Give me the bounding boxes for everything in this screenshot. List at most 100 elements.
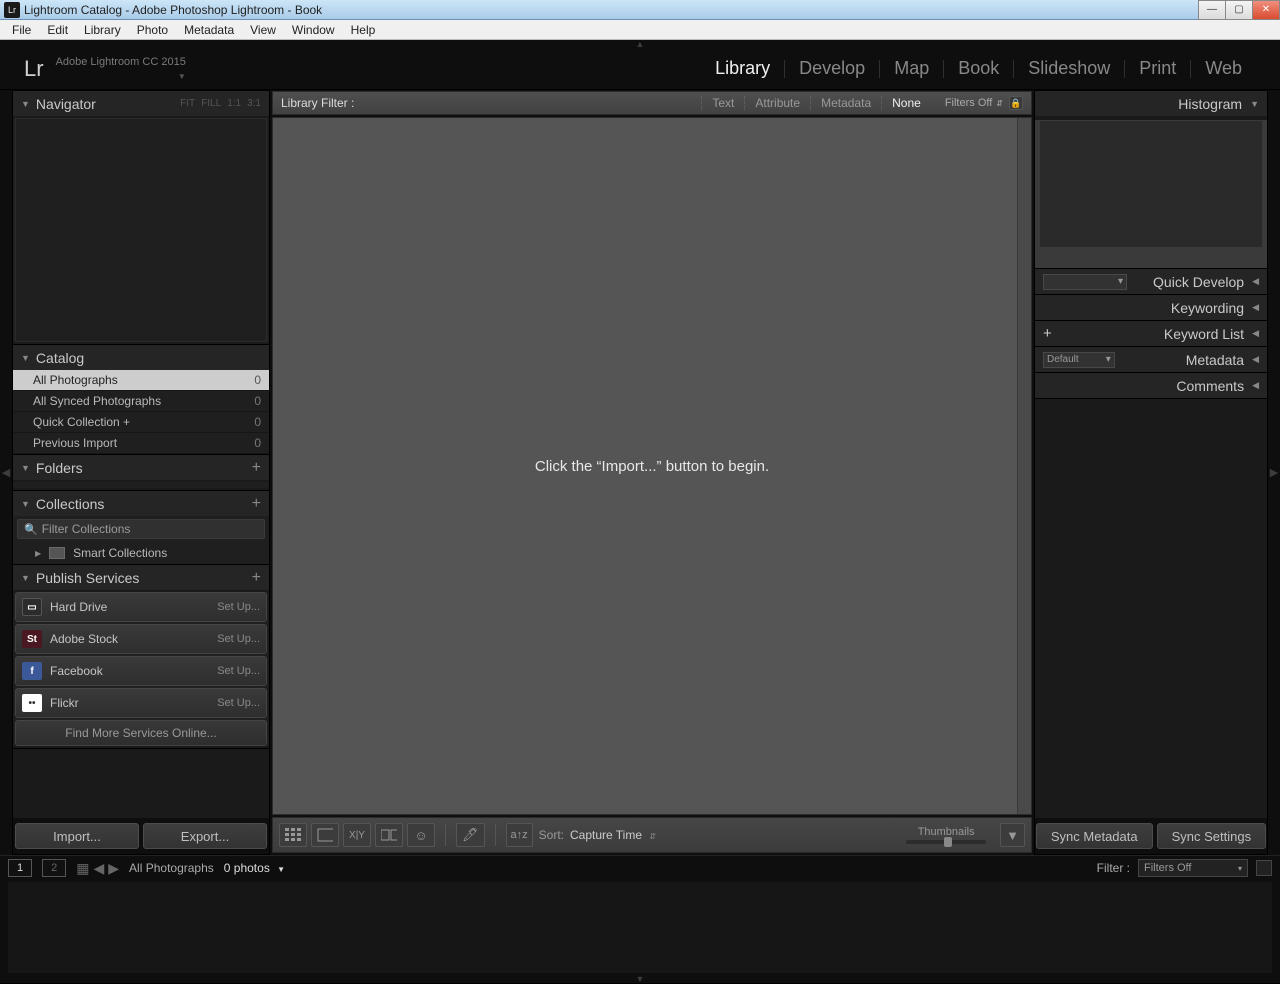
add-keyword-button[interactable]: + xyxy=(1043,325,1052,342)
zoom-3-1[interactable]: 3:1 xyxy=(247,98,261,109)
folders-title: Folders xyxy=(36,460,83,476)
module-map[interactable]: Map xyxy=(880,58,943,79)
module-book[interactable]: Book xyxy=(944,58,1013,79)
filmstrip-count[interactable]: 0 photos ▼ xyxy=(224,861,285,875)
metadata-preset-dropdown[interactable]: Default▾ xyxy=(1043,352,1115,368)
survey-view-button[interactable] xyxy=(375,823,403,847)
grid-scrollbar[interactable] xyxy=(1017,118,1031,814)
comments-panel-header[interactable]: Comments ◀ xyxy=(1035,373,1267,398)
collections-panel-header[interactable]: ▼ Collections + xyxy=(13,491,269,516)
thumbnail-size-slider[interactable] xyxy=(906,840,986,844)
st-icon: St xyxy=(22,630,42,648)
menu-view[interactable]: View xyxy=(242,20,284,39)
filter-none[interactable]: None xyxy=(881,96,931,110)
filmstrip-filter-lock[interactable] xyxy=(1256,860,1272,876)
menu-edit[interactable]: Edit xyxy=(39,20,76,39)
module-develop[interactable]: Develop xyxy=(785,58,879,79)
filter-collections-input[interactable]: 🔍 Filter Collections xyxy=(17,519,265,539)
painter-tool-button[interactable]: 🖊 xyxy=(456,823,485,847)
module-web[interactable]: Web xyxy=(1191,58,1256,79)
filter-attribute[interactable]: Attribute xyxy=(744,96,810,110)
publish-service-flickr[interactable]: ••FlickrSet Up... xyxy=(15,688,267,718)
menu-photo[interactable]: Photo xyxy=(129,20,176,39)
publish-service-facebook[interactable]: fFacebookSet Up... xyxy=(15,656,267,686)
setup-link[interactable]: Set Up... xyxy=(217,697,260,709)
publish-service-adobe-stock[interactable]: StAdobe StockSet Up... xyxy=(15,624,267,654)
histogram-display xyxy=(1039,120,1263,248)
expand-top-arrow-icon[interactable]: ▲ xyxy=(0,40,1280,48)
setup-link[interactable]: Set Up... xyxy=(217,665,260,677)
identity-menu-icon[interactable]: ▼ xyxy=(178,72,186,81)
histogram-panel-header[interactable]: Histogram ▼ xyxy=(1035,91,1267,116)
grid-view-button[interactable] xyxy=(279,823,307,847)
filmstrip-source[interactable]: All Photographs xyxy=(129,861,214,875)
filmstrip-filter-label: Filter : xyxy=(1097,861,1130,875)
menu-library[interactable]: Library xyxy=(76,20,129,39)
sync-settings-button[interactable]: Sync Settings xyxy=(1157,823,1267,849)
module-slideshow[interactable]: Slideshow xyxy=(1014,58,1124,79)
filter-metadata[interactable]: Metadata xyxy=(810,96,881,110)
quickdev-preset-dropdown[interactable]: ▾ xyxy=(1043,274,1127,290)
catalog-item[interactable]: All Synced Photographs0 xyxy=(13,391,269,412)
sort-direction-button[interactable]: a↑z xyxy=(506,823,533,847)
expand-left-arrow-icon[interactable]: ◀ xyxy=(0,90,12,855)
zoom-fill[interactable]: FILL xyxy=(201,98,221,109)
navigator-panel-header[interactable]: ▼ Navigator FITFILL1:13:1 xyxy=(13,91,269,116)
menu-window[interactable]: Window xyxy=(284,20,343,39)
chevron-left-icon: ◀ xyxy=(1252,302,1259,313)
folders-panel-header[interactable]: ▼ Folders + xyxy=(13,455,269,480)
publish-service-hard-drive[interactable]: ▭Hard DriveSet Up... xyxy=(15,592,267,622)
module-print[interactable]: Print xyxy=(1125,58,1190,79)
metadata-panel-header[interactable]: Default▾ Metadata ◀ xyxy=(1035,347,1267,372)
second-window-button[interactable]: 2 xyxy=(42,859,66,877)
menu-metadata[interactable]: Metadata xyxy=(176,20,242,39)
catalog-item[interactable]: All Photographs0 xyxy=(13,370,269,391)
catalog-item[interactable]: Previous Import0 xyxy=(13,433,269,454)
export-button[interactable]: Export... xyxy=(143,823,267,849)
maximize-button[interactable]: ▢ xyxy=(1225,0,1253,20)
collection-set-icon xyxy=(49,547,65,559)
add-collection-button[interactable]: + xyxy=(252,495,261,513)
filmstrip-thumbnails[interactable] xyxy=(8,882,1272,973)
loupe-view-button[interactable] xyxy=(311,823,339,847)
close-button[interactable]: ✕ xyxy=(1252,0,1280,20)
filter-lock-icon[interactable]: 🔒 xyxy=(1009,96,1023,110)
menu-help[interactable]: Help xyxy=(343,20,384,39)
find-more-services-button[interactable]: Find More Services Online... xyxy=(15,720,267,746)
menu-file[interactable]: File xyxy=(4,20,39,39)
add-publish-button[interactable]: + xyxy=(252,569,261,587)
add-folder-button[interactable]: + xyxy=(252,459,261,477)
main-window-button[interactable]: 1 xyxy=(8,859,32,877)
setup-link[interactable]: Set Up... xyxy=(217,633,260,645)
identity-plate: Lr Adobe Lightroom CC 2015 ▼ LibraryDeve… xyxy=(0,48,1280,90)
grid-view[interactable]: Click the “Import...” button to begin. xyxy=(272,117,1032,815)
sort-field-dropdown[interactable]: Capture Time ⇵ xyxy=(570,828,656,842)
compare-view-button[interactable]: X|Y xyxy=(343,823,371,847)
publish-panel-header[interactable]: ▼ Publish Services + xyxy=(13,565,269,590)
keyword-list-panel-header[interactable]: + Keyword List ◀ xyxy=(1035,321,1267,346)
toolbar-menu-button[interactable]: ▼ xyxy=(1000,823,1025,847)
filmstrip-filter-dropdown[interactable]: Filters Off▾ xyxy=(1138,859,1248,877)
zoom-1-1[interactable]: 1:1 xyxy=(227,98,241,109)
setup-link[interactable]: Set Up... xyxy=(217,601,260,613)
filter-text[interactable]: Text xyxy=(701,96,744,110)
filters-off-dropdown[interactable]: Filters Off ⇵ xyxy=(945,97,1003,109)
expand-bottom-arrow-icon[interactable]: ▼ xyxy=(0,975,1280,983)
catalog-panel-header[interactable]: ▼ Catalog xyxy=(13,345,269,370)
people-view-button[interactable]: ☺ xyxy=(407,823,435,847)
minimize-button[interactable]: ― xyxy=(1198,0,1226,20)
hd-icon: ▭ xyxy=(22,598,42,616)
smart-collections-row[interactable]: ▶ Smart Collections xyxy=(13,542,269,564)
expand-right-arrow-icon[interactable]: ▶ xyxy=(1268,90,1280,855)
go-back-icon[interactable]: ◀ xyxy=(93,860,104,877)
go-forward-icon[interactable]: ▶ xyxy=(108,860,119,877)
empty-grid-message: Click the “Import...” button to begin. xyxy=(535,458,769,475)
zoom-fit[interactable]: FIT xyxy=(180,98,195,109)
module-library[interactable]: Library xyxy=(701,58,784,79)
import-button[interactable]: Import... xyxy=(15,823,139,849)
grid-shortcut-icon[interactable]: ▦ xyxy=(76,860,89,877)
sync-metadata-button[interactable]: Sync Metadata xyxy=(1036,823,1153,849)
quick-develop-panel-header[interactable]: ▾ Quick Develop ◀ xyxy=(1035,269,1267,294)
keywording-panel-header[interactable]: Keywording ◀ xyxy=(1035,295,1267,320)
catalog-item[interactable]: Quick Collection +0 xyxy=(13,412,269,433)
